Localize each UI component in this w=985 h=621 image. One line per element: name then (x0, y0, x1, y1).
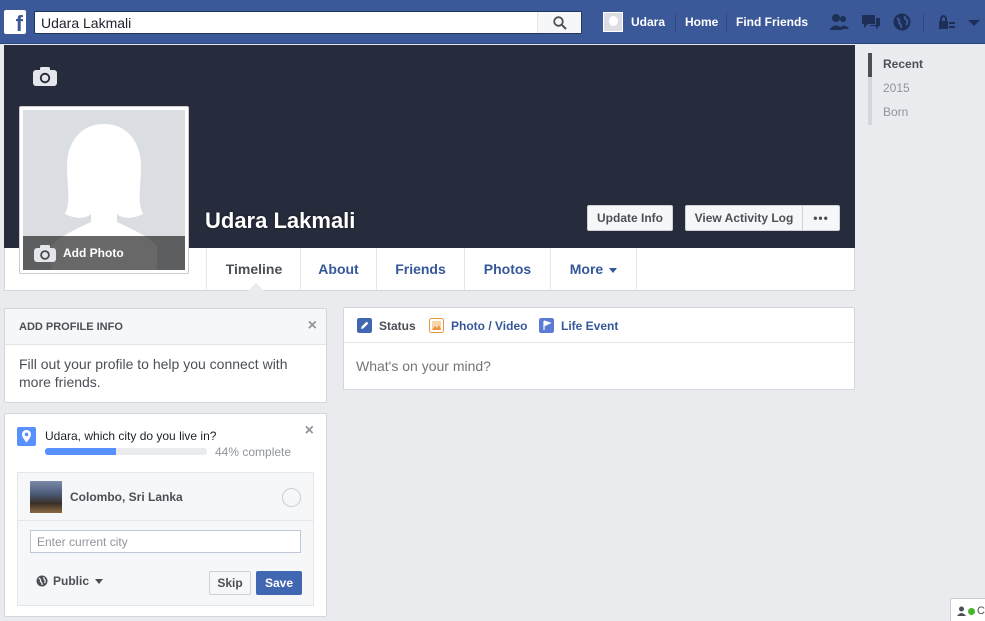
profile-progress-bar (45, 448, 207, 455)
timeline-year-nav: Recent 2015 Born (868, 53, 923, 125)
default-avatar: Add Photo (23, 110, 185, 270)
top-navigation-bar: f Udara Home Find Friends (0, 0, 985, 44)
search-input[interactable] (35, 12, 535, 33)
home-link[interactable]: Home (685, 15, 718, 29)
add-photo-label: Add Photo (63, 246, 124, 260)
person-icon (957, 606, 966, 616)
tab-more[interactable]: More (550, 248, 637, 290)
city-answer-box: Colombo, Sri Lanka Public Skip Save (17, 472, 314, 606)
add-photo-button[interactable]: Add Photo (23, 236, 185, 270)
friend-requests-icon[interactable] (828, 12, 850, 32)
card-header: ADD PROFILE INFO (5, 309, 326, 345)
current-city-input[interactable] (30, 530, 301, 553)
find-friends-link[interactable]: Find Friends (736, 15, 808, 29)
status-composer: Status Photo / Video Life Event (343, 307, 855, 390)
location-pin-icon (17, 427, 36, 446)
avatar (603, 12, 623, 32)
divider (923, 13, 924, 31)
add-profile-info-card: ADD PROFILE INFO × Fill out your profile… (4, 308, 327, 403)
year-nav-2015[interactable]: 2015 (868, 77, 923, 101)
facebook-logo-icon[interactable]: f (4, 10, 26, 34)
composer-tab-life-event[interactable]: Life Event (539, 318, 618, 333)
search-box (34, 11, 582, 34)
search-icon (552, 15, 567, 30)
account-menu-chevron-down-icon[interactable] (963, 12, 985, 32)
tab-about[interactable]: About (300, 248, 376, 290)
profile-picture[interactable]: Add Photo (19, 106, 189, 274)
pencil-icon (357, 318, 372, 333)
messages-icon[interactable] (860, 12, 882, 32)
online-status-dot (968, 607, 975, 615)
tab-friends[interactable]: Friends (376, 248, 464, 290)
city-question-card: Udara, which city do you live in? 44% co… (4, 413, 327, 617)
suggested-city-name: Colombo, Sri Lanka (70, 490, 183, 504)
progress-label: 44% complete (215, 445, 292, 459)
suggested-city-option[interactable]: Colombo, Sri Lanka (18, 473, 313, 521)
search-button[interactable] (537, 12, 581, 33)
camera-icon (34, 244, 56, 262)
tab-more-label: More (569, 261, 604, 277)
more-options-button[interactable]: ••• (802, 205, 840, 231)
chat-sidebar-tab[interactable]: C (950, 598, 985, 621)
notifications-globe-icon[interactable] (891, 12, 913, 32)
chat-label: C (977, 605, 985, 617)
skip-button[interactable]: Skip (209, 571, 251, 595)
divider (675, 13, 676, 31)
tab-photos[interactable]: Photos (464, 248, 550, 290)
save-button[interactable]: Save (256, 571, 302, 595)
privacy-label: Public (53, 574, 90, 588)
year-nav-born[interactable]: Born (868, 101, 923, 125)
profile-name[interactable]: Udara Lakmali (205, 208, 355, 234)
close-icon[interactable]: × (308, 317, 317, 335)
divider (726, 13, 727, 31)
year-nav-recent[interactable]: Recent (868, 53, 923, 77)
composer-tabs: Status Photo / Video Life Event (344, 308, 854, 343)
composer-tab-status[interactable]: Status (357, 318, 416, 333)
chevron-down-icon (95, 578, 104, 584)
status-input[interactable] (356, 358, 836, 374)
profile-info-description: Fill out your profile to help you connec… (19, 356, 288, 390)
top-user-name: Udara (631, 15, 666, 29)
suggested-city-radio[interactable] (282, 488, 301, 507)
photo-video-tab-label: Photo / Video (451, 318, 528, 333)
globe-icon (36, 575, 48, 587)
profile-progress-fill (45, 448, 117, 455)
city-thumbnail (30, 481, 62, 513)
close-icon[interactable]: × (305, 422, 314, 440)
status-tab-label: Status (379, 318, 416, 333)
activity-log-button[interactable]: View Activity Log (685, 205, 803, 231)
update-info-button[interactable]: Update Info (587, 205, 673, 231)
chevron-down-icon (609, 267, 618, 273)
privacy-shortcuts-icon[interactable] (936, 12, 958, 32)
privacy-selector[interactable]: Public (36, 574, 104, 588)
photo-icon (429, 318, 444, 333)
composer-tab-photo-video[interactable]: Photo / Video (429, 318, 527, 333)
active-tab-indicator (248, 283, 264, 291)
cover-camera-icon[interactable] (32, 65, 58, 87)
flag-icon (539, 318, 554, 333)
life-event-tab-label: Life Event (561, 318, 619, 333)
city-question: Udara, which city do you live in? (45, 429, 217, 443)
top-profile-link[interactable]: Udara (603, 12, 665, 32)
